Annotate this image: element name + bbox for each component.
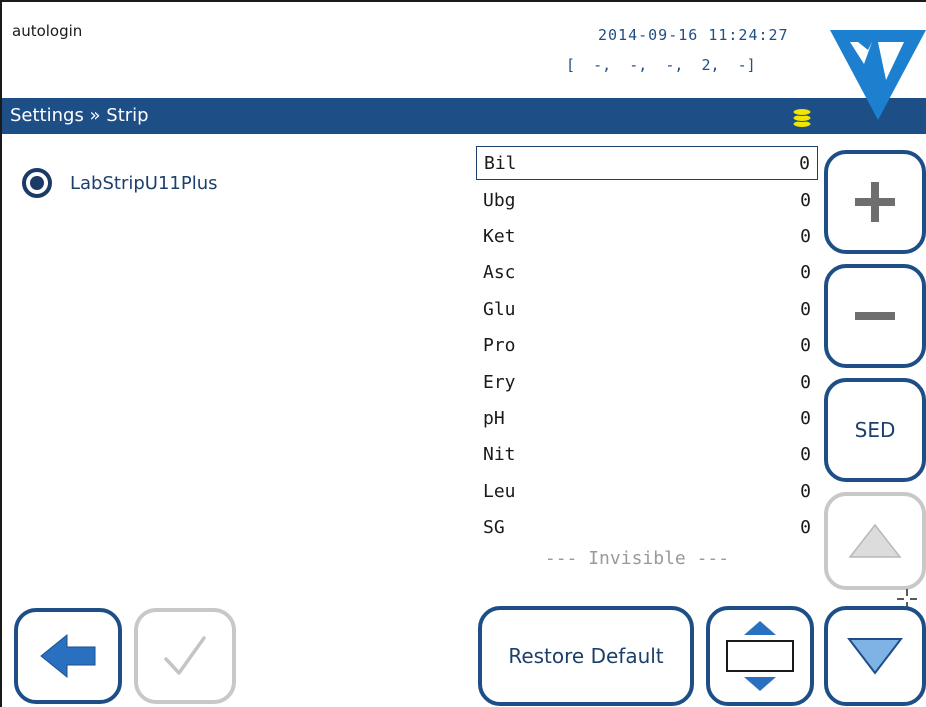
list-item[interactable]: pH 0 [476, 400, 818, 436]
sed-button[interactable]: SED [824, 378, 926, 482]
list-item[interactable]: Ket 0 [476, 218, 818, 254]
sed-button-label: SED [854, 418, 896, 442]
list-item[interactable]: Glu 0 [476, 291, 818, 327]
list-item[interactable]: Leu 0 [476, 473, 818, 509]
back-button[interactable] [14, 608, 122, 704]
visibility-toggle-button[interactable] [706, 606, 814, 706]
datetime: 2014-09-16 11:24:27 [598, 26, 789, 44]
status-indicators: [ -, -, -, 2, -] [566, 56, 756, 74]
move-between-lists-icon [726, 621, 794, 691]
frame-edge [0, 680, 2, 707]
list-item[interactable]: Pro 0 [476, 328, 818, 364]
strip-option[interactable]: LabStripU11Plus [22, 168, 218, 198]
page-title: Settings » Strip [10, 105, 149, 126]
login-user: autologin [12, 22, 83, 40]
coins-icon [792, 108, 812, 128]
restore-default-button[interactable]: Restore Default [478, 606, 694, 706]
logo-icon [830, 30, 926, 120]
list-item[interactable]: SG 0 [476, 510, 818, 546]
list-item[interactable]: Asc 0 [476, 255, 818, 291]
minus-icon [855, 312, 895, 320]
move-up-button[interactable] [824, 492, 926, 590]
invisible-separator: --- Invisible --- [544, 547, 730, 569]
restore-default-label: Restore Default [508, 644, 664, 668]
strip-option-label: LabStripU11Plus [70, 172, 218, 194]
up-triangle-icon [848, 523, 902, 558]
list-item[interactable]: Bil 0 [476, 146, 818, 180]
move-down-button[interactable] [824, 606, 926, 706]
plus-icon [855, 182, 895, 222]
increase-button[interactable] [824, 150, 926, 254]
confirm-button[interactable] [134, 608, 236, 704]
parameter-list: Bil 0 Ubg 0 Ket 0 Asc 0 Glu 0 Pro 0 Ery 0 pH 0 N… [476, 146, 818, 569]
arrow-left-icon [40, 633, 96, 679]
down-triangle-icon [847, 638, 903, 675]
list-item[interactable]: Nit 0 [476, 437, 818, 473]
list-item[interactable]: Ery 0 [476, 364, 818, 400]
decrease-button[interactable] [824, 264, 926, 368]
title-bar: Settings » Strip [2, 98, 926, 134]
list-item[interactable]: Ubg 0 [476, 182, 818, 218]
checkmark-icon [164, 636, 206, 675]
radio-button[interactable] [22, 168, 52, 198]
